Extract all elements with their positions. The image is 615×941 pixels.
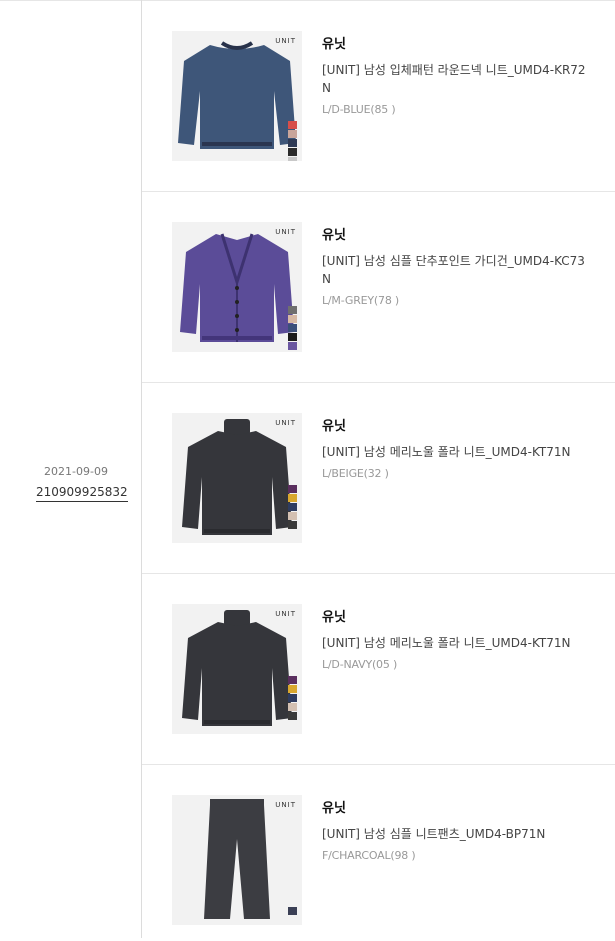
color-swatch [288,148,297,156]
product-thumbnail[interactable]: UNIT [172,222,302,352]
product-info: 유닛 [UNIT] 남성 심플 니트팬츠_UMD4-BP71N F/CHARCO… [322,797,592,862]
brand-logo: UNIT [275,228,296,236]
color-swatch [288,703,297,711]
color-swatch [288,907,297,915]
order-item-list: UNIT 유닛 [UNIT] 남성 입체패턴 라운드넥 니트_UMD4-KR72… [142,0,615,941]
color-swatches [288,676,297,720]
order-item: UNIT 유닛 [UNIT] 남성 메리노울 폴라 니트_UMD4-KT71N … [142,573,615,764]
product-option: F/CHARCOAL(98 ) [322,849,416,862]
product-info: 유닛 [UNIT] 남성 메리노울 폴라 니트_UMD4-KT71N L/BEI… [322,415,592,480]
color-swatch [288,121,297,129]
color-swatches [288,121,297,161]
color-swatch [288,503,297,511]
product-name-link[interactable]: [UNIT] 남성 메리노울 폴라 니트_UMD4-KT71N [322,443,592,461]
color-swatch [288,342,297,350]
product-name-link[interactable]: [UNIT] 남성 입체패턴 라운드넥 니트_UMD4-KR72N [322,61,592,97]
color-swatch [288,306,297,314]
garment-image [204,799,270,919]
brand-logo: UNIT [275,610,296,618]
product-info: 유닛 [UNIT] 남성 메리노울 폴라 니트_UMD4-KT71N L/D-N… [322,606,592,671]
color-swatch [288,333,297,341]
product-info: 유닛 [UNIT] 남성 입체패턴 라운드넥 니트_UMD4-KR72N L/D… [322,33,592,116]
garment-image [180,233,294,342]
color-swatch [288,130,297,138]
garment-image [178,41,296,149]
brand-name: 유닛 [322,610,346,625]
color-swatch [288,694,297,702]
order-item: UNIT 유닛 [UNIT] 남성 심플 니트팬츠_UMD4-BP71N F/C… [142,764,615,941]
brand-name: 유닛 [322,801,346,816]
color-swatches [288,485,297,529]
product-info: 유닛 [UNIT] 남성 심플 단추포인트 가디건_UMD4-KC73N L/M… [322,224,592,307]
brand-name: 유닛 [322,37,346,52]
color-swatch [288,494,297,502]
color-swatch [288,157,297,161]
order-item: UNIT 유닛 [UNIT] 남성 입체패턴 라운드넥 니트_UMD4-KR72… [142,0,615,191]
brand-name: 유닛 [322,419,346,434]
order-item: UNIT 유닛 [UNIT] 남성 메리노울 폴라 니트_UMD4-KT71N … [142,382,615,573]
color-swatch [288,324,297,332]
brand-logo: UNIT [275,801,296,809]
color-swatch [288,512,297,520]
product-name-link[interactable]: [UNIT] 남성 심플 니트팬츠_UMD4-BP71N [322,825,592,843]
brand-name: 유닛 [322,228,346,243]
color-swatches [288,306,297,350]
color-swatch [288,139,297,147]
product-thumbnail[interactable]: UNIT [172,31,302,161]
product-option: L/D-NAVY(05 ) [322,658,398,671]
product-thumbnail[interactable]: UNIT [172,795,302,925]
product-option: L/M-GREY(78 ) [322,294,400,307]
product-option: L/BEIGE(32 ) [322,467,389,480]
product-name-link[interactable]: [UNIT] 남성 심플 단추포인트 가디건_UMD4-KC73N [322,252,592,288]
order-item: UNIT 유닛 [UNIT] 남성 심플 단추포인트 가디건_UMD4-KC73… [142,191,615,382]
color-swatch [288,521,297,529]
garment-image [182,610,292,726]
product-option: L/D-BLUE(85 ) [322,103,396,116]
color-swatch [288,485,297,493]
color-swatch [288,676,297,684]
brand-logo: UNIT [275,37,296,45]
order-date: 2021-09-09 [44,465,108,478]
product-name-link[interactable]: [UNIT] 남성 메리노울 폴라 니트_UMD4-KT71N [322,634,592,652]
product-thumbnail[interactable]: UNIT [172,413,302,543]
product-thumbnail[interactable]: UNIT [172,604,302,734]
color-swatch [288,685,297,693]
color-swatch [288,712,297,720]
order-summary-column: 2021-09-09 210909925832 [0,0,141,938]
order-number-link[interactable]: 210909925832 [36,485,128,502]
color-swatches [288,907,297,915]
color-swatch [288,315,297,323]
brand-logo: UNIT [275,419,296,427]
divider [0,0,141,1]
garment-image [182,419,292,535]
